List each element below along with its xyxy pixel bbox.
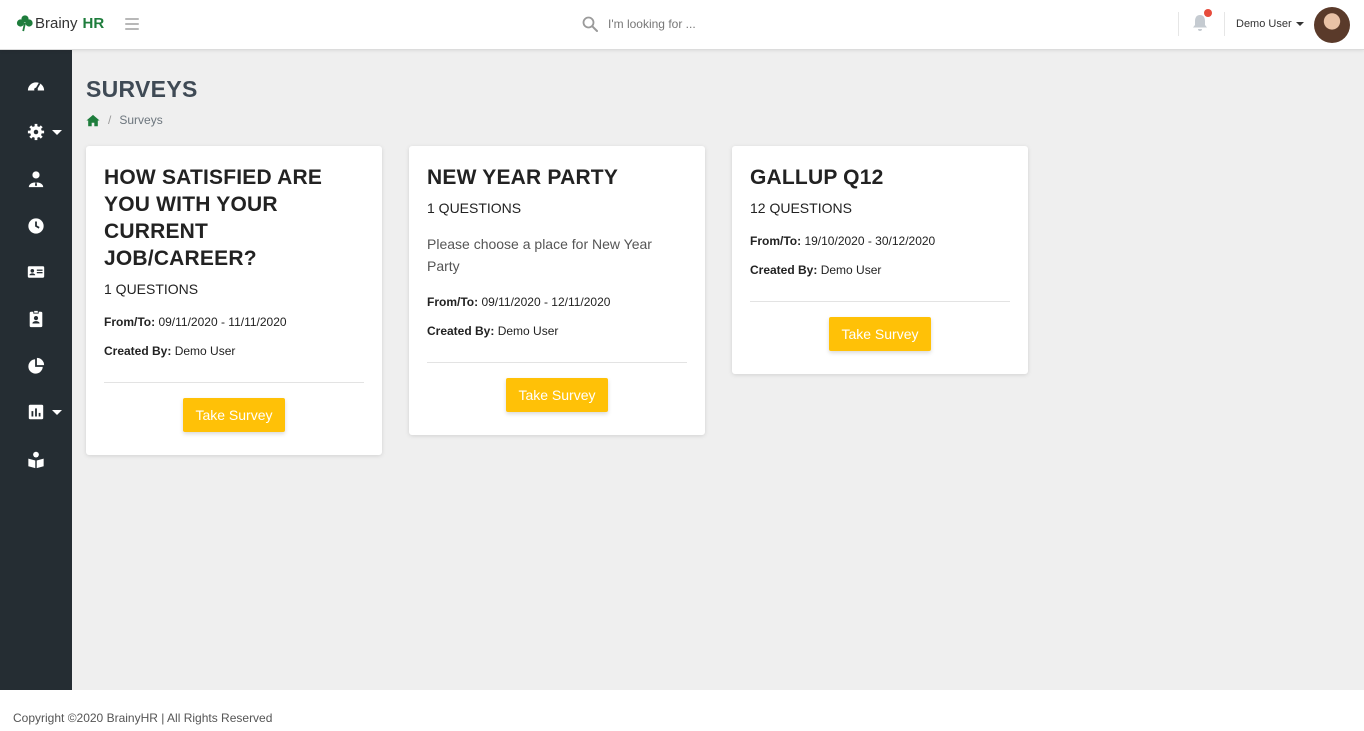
survey-title: HOW SATISFIED ARE YOU WITH YOUR CURRENT … [104, 166, 323, 270]
breadcrumb-current: Surveys [119, 113, 163, 127]
clock-icon [28, 218, 44, 234]
sidebar-item-analytics[interactable] [0, 396, 72, 428]
sidebar [0, 50, 72, 690]
breadcrumb: / Surveys [86, 113, 163, 127]
survey-created-by: Created By: Demo User [750, 263, 1010, 277]
sidebar-item-directory[interactable] [0, 256, 72, 288]
clover-icon [16, 15, 33, 32]
from-to-label: From/To: [427, 295, 479, 309]
chevron-down-icon [52, 129, 62, 135]
survey-question-count: 1 QUESTIONS [104, 281, 199, 297]
created-by-label: Created By: [427, 324, 495, 338]
created-by-value: Demo User [820, 263, 882, 277]
from-to-value: 09/11/2020 - 12/11/2020 [481, 295, 611, 309]
sidebar-item-dashboard[interactable] [0, 70, 72, 102]
chevron-down-icon [52, 409, 62, 415]
created-by-value: Demo User [497, 324, 559, 338]
pie-chart-icon [28, 357, 45, 374]
created-by-value: Demo User [174, 344, 236, 358]
sidebar-item-attendance[interactable] [0, 210, 72, 242]
from-to-label: From/To: [104, 315, 156, 329]
bar-chart-icon [28, 404, 44, 420]
survey-created-by: Created By: Demo User [427, 324, 687, 338]
from-to-value: 19/10/2020 - 30/12/2020 [804, 234, 936, 248]
user-menu[interactable]: Demo User [1236, 18, 1304, 30]
card-divider [427, 362, 687, 363]
brand-suffix: HR [82, 14, 105, 32]
dashboard-icon [27, 82, 45, 92]
survey-description: Please choose a place for New Year Party [427, 236, 652, 274]
home-icon[interactable] [86, 114, 100, 127]
take-survey-button[interactable]: Take Survey [183, 398, 285, 432]
sidebar-item-reports[interactable] [0, 350, 72, 382]
page-title: SURVEYS [86, 76, 198, 102]
brand-name: Brainy [35, 14, 78, 32]
book-reader-icon [28, 451, 44, 469]
survey-date-range: From/To: 19/10/2020 - 30/12/2020 [750, 234, 1010, 248]
sidebar-item-settings[interactable] [0, 116, 72, 148]
notifications-button[interactable] [1192, 9, 1212, 32]
header-divider [1178, 12, 1179, 36]
survey-card: GALLUP Q12 12 QUESTIONS From/To: 19/10/2… [732, 146, 1028, 374]
survey-title: GALLUP Q12 [750, 166, 884, 189]
notification-dot [1204, 9, 1212, 17]
created-by-label: Created By: [104, 344, 172, 358]
footer: Copyright ©2020 BrainyHR | All Rights Re… [0, 690, 1364, 731]
created-by-label: Created By: [750, 263, 818, 277]
id-badge-icon [29, 310, 43, 328]
from-to-value: 09/11/2020 - 11/11/2020 [158, 315, 287, 329]
breadcrumb-separator: / [108, 113, 112, 127]
survey-date-range: From/To: 09/11/2020 - 11/11/2020 [104, 315, 364, 329]
survey-created-by: Created By: Demo User [104, 344, 364, 358]
brand-logo[interactable]: Brainy HR [16, 14, 104, 32]
survey-title: NEW YEAR PARTY [427, 166, 619, 189]
survey-question-count: 12 QUESTIONS [750, 200, 852, 216]
sidebar-item-badges[interactable] [0, 303, 72, 335]
survey-card: HOW SATISFIED ARE YOU WITH YOUR CURRENT … [86, 146, 382, 455]
sidebar-item-surveys[interactable] [0, 444, 72, 476]
chevron-down-icon [1295, 22, 1304, 26]
survey-card: NEW YEAR PARTY 1 QUESTIONS Please choose… [409, 146, 705, 435]
user-icon [28, 171, 44, 188]
top-navbar: Brainy HR Demo User [0, 0, 1364, 50]
card-divider [750, 301, 1010, 302]
survey-date-range: From/To: 09/11/2020 - 12/11/2020 [427, 295, 687, 309]
survey-question-count: 1 QUESTIONS [427, 200, 522, 216]
card-divider [104, 382, 364, 383]
menu-toggle-icon[interactable] [125, 18, 139, 30]
search-input[interactable] [608, 17, 808, 31]
search-icon [582, 16, 598, 32]
take-survey-button[interactable]: Take Survey [506, 378, 608, 412]
take-survey-button[interactable]: Take Survey [829, 317, 931, 351]
user-name: Demo User [1236, 18, 1292, 30]
gear-icon [27, 123, 45, 141]
sidebar-item-employees[interactable] [0, 163, 72, 195]
search-bar [582, 16, 808, 32]
header-divider [1224, 12, 1225, 36]
from-to-label: From/To: [750, 234, 802, 248]
id-card-icon [27, 266, 45, 278]
footer-copyright: Copyright ©2020 BrainyHR | All Rights Re… [13, 711, 273, 725]
avatar[interactable] [1314, 7, 1350, 43]
